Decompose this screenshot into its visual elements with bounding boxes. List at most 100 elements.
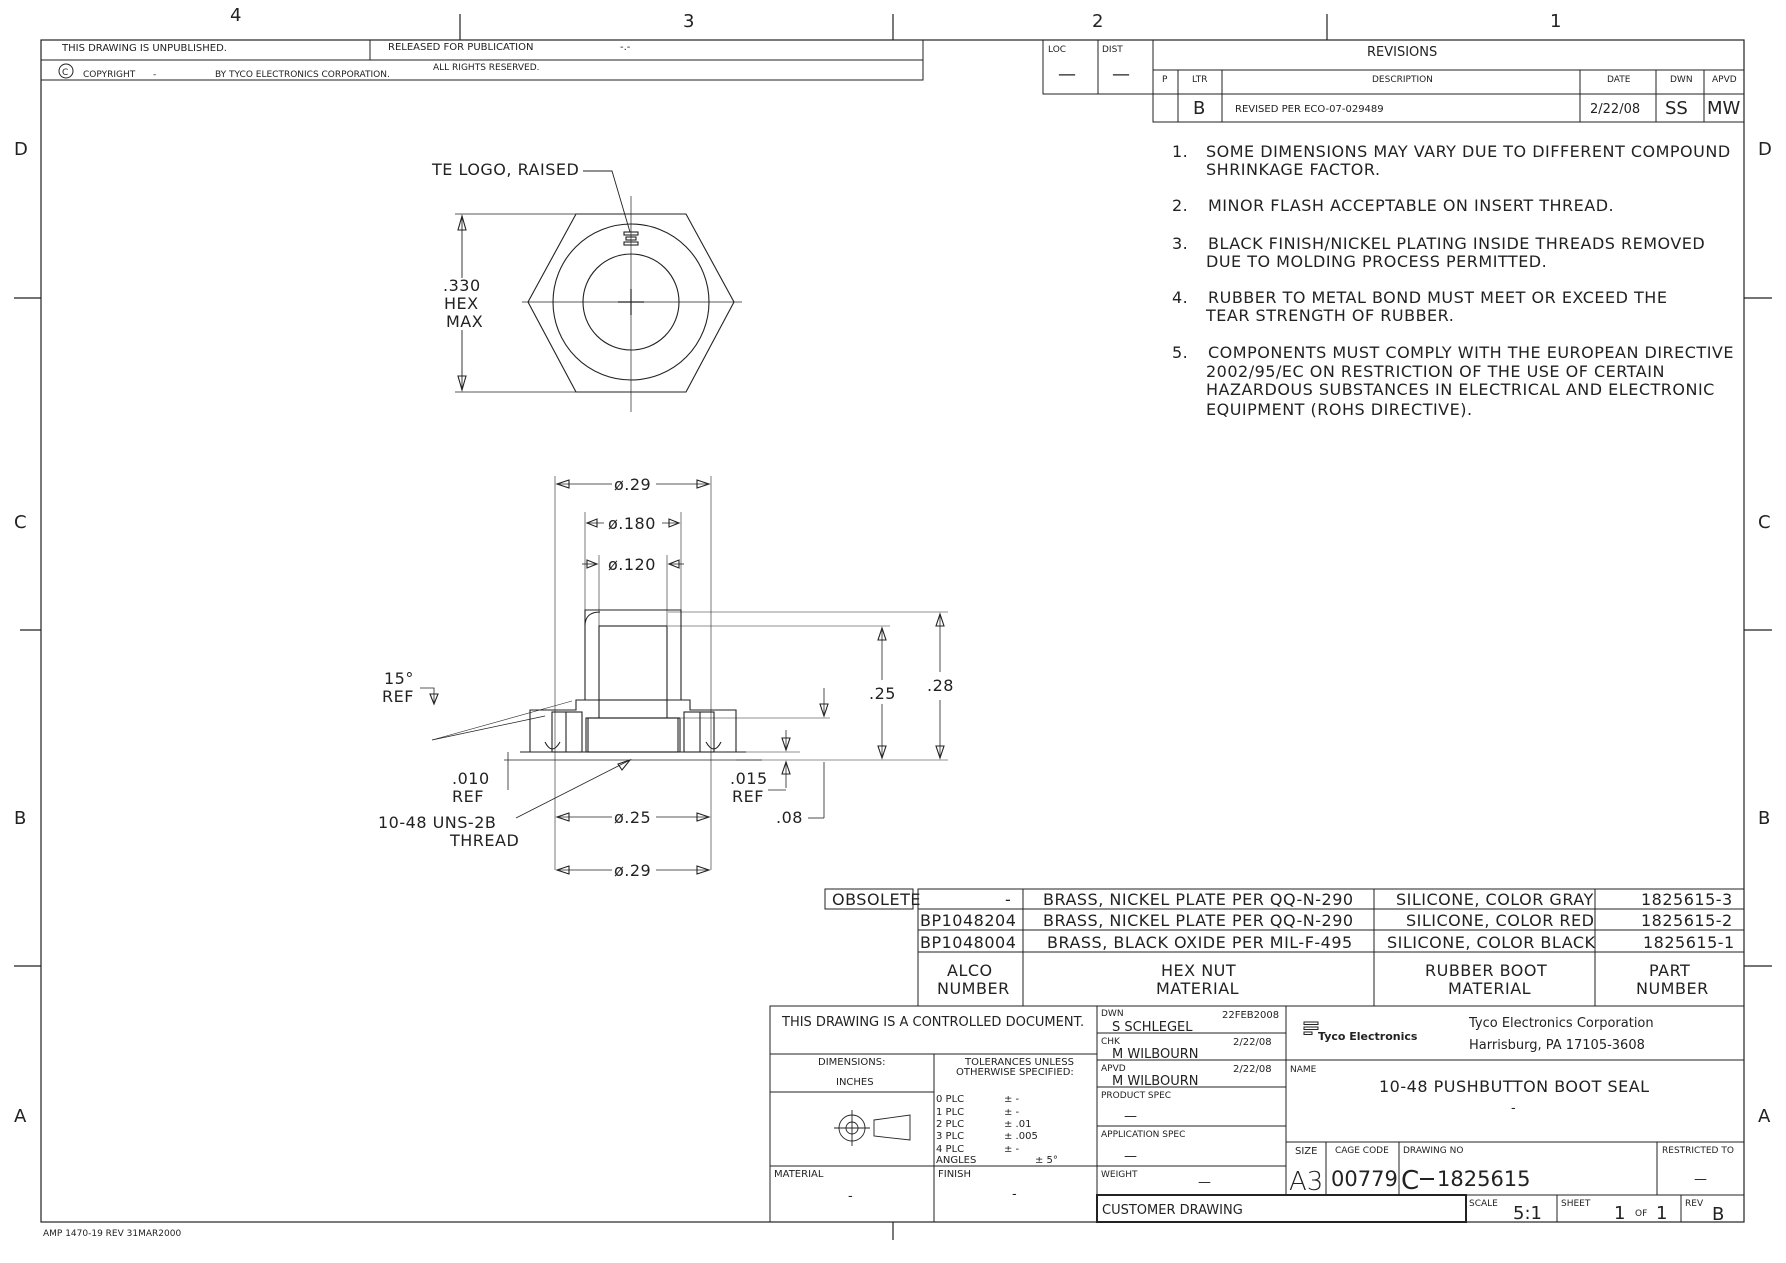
tol-4-label: 4 PLC [936, 1144, 964, 1155]
weight-label: WEIGHT [1101, 1170, 1138, 1180]
rev-header-ltr: LTR [1192, 75, 1208, 85]
tol-2-label: 2 PLC [936, 1119, 964, 1130]
row-2-alco: BP1048204 [920, 911, 1016, 930]
drawing-no-value: 1825615 [1437, 1167, 1531, 1191]
note-1-line-1: SOME DIMENSIONS MAY VARY DUE TO DIFFEREN… [1206, 142, 1731, 161]
note-5-line-3: HAZARDOUS SUBSTANCES IN ELECTRICAL AND E… [1206, 380, 1715, 399]
copyright-by: BY TYCO ELECTRONICS CORPORATION. [215, 70, 390, 80]
dim-015-2: REF [732, 787, 764, 806]
note-4-num: 4. [1172, 288, 1188, 307]
copyright-text: COPYRIGHT [83, 70, 136, 80]
dim-dia-0180: ø.180 [608, 514, 656, 533]
revisions-title: REVISIONS [1367, 45, 1437, 60]
application-spec-label: APPLICATION SPEC [1101, 1130, 1185, 1140]
boot-header-2: MATERIAL [1448, 979, 1531, 998]
part-header-1: PART [1649, 961, 1690, 980]
rev-header-dwn: DWN [1670, 75, 1693, 85]
finish-label: FINISH [938, 1169, 971, 1180]
drawing-name-dash: - [1511, 1101, 1516, 1116]
publication-block: THIS DRAWING IS UNPUBLISHED. RELEASED FO… [40, 39, 924, 81]
dim-015-1: .015 [730, 769, 768, 788]
tol-1-value: ± - [1004, 1107, 1020, 1118]
hex-dim-2: HEX [444, 294, 479, 313]
release-date: -.- [620, 42, 631, 53]
copyright-dash: - [153, 70, 156, 80]
form-number: AMP 1470-19 REV 31MAR2000 [43, 1229, 181, 1239]
alco-header-1: ALCO [947, 961, 993, 980]
dim-dia-029-bottom: ø.29 [614, 861, 651, 880]
hex-dim-3: MAX [446, 312, 483, 331]
boot-header-1: RUBBER BOOT [1425, 961, 1547, 980]
zone-b-right: B [1758, 808, 1770, 829]
dim-dia-025: ø.25 [614, 808, 651, 827]
section-view [420, 476, 948, 875]
zone-4: 4 [230, 5, 241, 26]
loc-value: — [1058, 64, 1076, 85]
dim-010-2: REF [452, 787, 484, 806]
material-label: MATERIAL [774, 1169, 824, 1180]
cage-label: CAGE CODE [1335, 1146, 1389, 1156]
tyco-logo-icon [1303, 1021, 1319, 1035]
product-spec-label: PRODUCT SPEC [1101, 1091, 1171, 1101]
drawing-no-label: DRAWING NO [1403, 1146, 1463, 1156]
rev-header-description: DESCRIPTION [1372, 75, 1433, 85]
sheet-of: OF [1635, 1209, 1647, 1219]
application-spec-value: — [1124, 1149, 1137, 1164]
restricted-label: RESTRICTED TO [1662, 1146, 1734, 1156]
thread-callout-2: THREAD [449, 831, 519, 850]
dwn-label: DWN [1101, 1009, 1124, 1019]
note-5-line-2: 2002/95/EC ON RESTRICTION OF THE USE OF … [1206, 362, 1665, 381]
note-4-line-2: TEAR STRENGTH OF RUBBER. [1205, 306, 1454, 325]
copyright-symbol: C [62, 68, 68, 78]
zone-labels: 4 3 2 1 D C B A D C B A [14, 5, 1772, 1127]
sheet-total: 1 [1656, 1203, 1667, 1224]
released-text: RELEASED FOR PUBLICATION [388, 42, 533, 53]
zone-a-left: A [14, 1106, 27, 1127]
note-3-num: 3. [1172, 234, 1188, 253]
drawing-no-prefix: C [1401, 1166, 1419, 1196]
dist-value: — [1112, 64, 1130, 85]
row-3-alco: - [1005, 890, 1011, 909]
company-address: Harrisburg, PA 17105-3608 [1469, 1038, 1645, 1053]
dwn-name: S SCHLEGEL [1112, 1020, 1193, 1035]
zone-d-right: D [1758, 139, 1772, 160]
datum-symbol-icon [834, 1110, 911, 1146]
row-1-alco: BP1048004 [920, 933, 1016, 952]
size-label: SIZE [1295, 1146, 1317, 1157]
logo-callout: TE LOGO, RAISED [431, 160, 579, 179]
rev-value: B [1712, 1204, 1724, 1225]
zone-1: 1 [1550, 11, 1561, 32]
dwn-date: 22FEB2008 [1222, 1010, 1279, 1021]
chk-label: CHK [1101, 1037, 1121, 1047]
zone-b-left: B [14, 808, 26, 829]
loc-label: LOC [1048, 45, 1066, 55]
apvd-date: 2/22/08 [1233, 1064, 1272, 1075]
note-2-num: 2. [1172, 196, 1188, 215]
zone-a-right: A [1758, 1106, 1771, 1127]
product-spec-value: — [1124, 1109, 1137, 1124]
rev-row-ltr: B [1193, 98, 1205, 119]
row-1-boot: SILICONE, COLOR BLACK [1387, 933, 1596, 952]
hex-dim-1: .330 [443, 276, 481, 295]
cage-value: 00779 [1331, 1167, 1398, 1191]
tol-0-value: ± - [1004, 1094, 1020, 1105]
loc-dist-block: LOC — DIST — [1042, 39, 1154, 95]
scale-label: SCALE [1469, 1199, 1498, 1209]
row-3-part: 1825615-3 [1641, 890, 1733, 909]
dim-010-1: .010 [452, 769, 490, 788]
sheet-value: 1 [1614, 1203, 1625, 1224]
thread-callout-1: 10-48 UNS-2B [378, 813, 496, 832]
dim-dia-029-top: ø.29 [614, 475, 651, 494]
tol-2-value: ± .01 [1004, 1119, 1031, 1130]
finish-value: - [1012, 1187, 1017, 1202]
zone-c-left: C [14, 512, 27, 533]
tolerances-2: OTHERWISE SPECIFIED: [956, 1067, 1074, 1078]
rights-text: ALL RIGHTS RESERVED. [433, 63, 540, 73]
row-2-boot: SILICONE, COLOR RED [1406, 911, 1594, 930]
company-logo-text: Tyco Electronics [1318, 1030, 1418, 1043]
note-1-num: 1. [1172, 142, 1188, 161]
customer-drawing: CUSTOMER DRAWING [1102, 1203, 1243, 1218]
zone-d-left: D [14, 139, 28, 160]
name-label: NAME [1290, 1065, 1317, 1075]
weight-value: — [1198, 1175, 1211, 1190]
